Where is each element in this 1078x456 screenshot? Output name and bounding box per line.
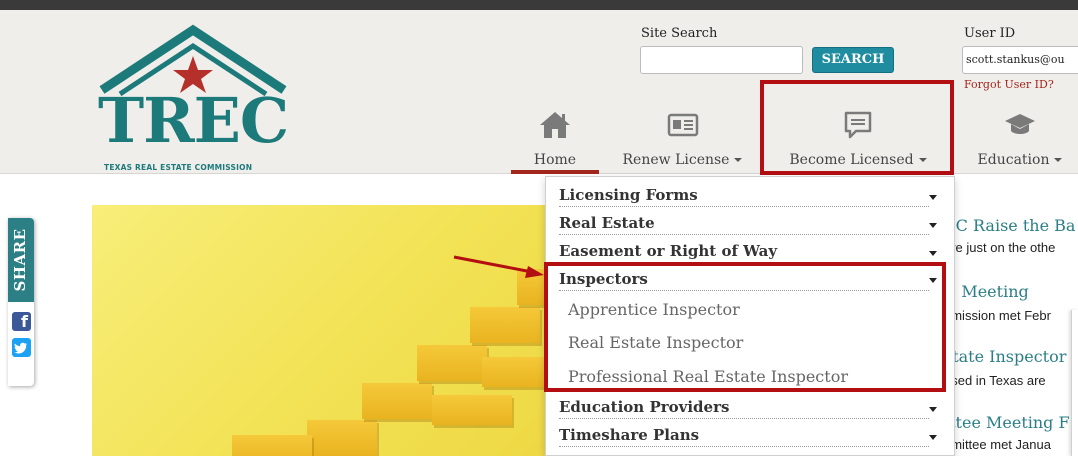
news-title[interactable]: C Meeting xyxy=(944,282,1029,301)
menu-item-real-estate[interactable]: Real Estate xyxy=(559,211,937,235)
nav-education-text: Education xyxy=(977,152,1050,168)
inspectors-highlight-box xyxy=(544,262,946,392)
site-search-label: Site Search xyxy=(641,26,718,41)
site-search-input[interactable] xyxy=(640,46,803,74)
news-title[interactable]: EC Raise the Ba xyxy=(944,216,1075,235)
menu-item-licensing-forms[interactable]: Licensing Forms xyxy=(559,183,937,207)
facebook-icon[interactable]: f xyxy=(12,312,31,331)
menu-item-easement-right-of-way[interactable]: Easement or Right of Way xyxy=(559,239,937,263)
red-arrow-annotation xyxy=(453,255,544,278)
caret-down-icon xyxy=(929,195,937,200)
logo-wordmark: TREC xyxy=(98,84,289,157)
logo-subtitle: TEXAS REAL ESTATE COMMISSION xyxy=(104,163,253,172)
news-panel: EC Raise the Ba are just on the othe C M… xyxy=(944,176,1078,456)
trec-logo[interactable]: TREC TEXAS REAL ESTATE COMMISSION xyxy=(98,24,289,173)
share-panel: SHARE f xyxy=(8,218,34,386)
user-id-field[interactable]: scott.stankus@ou xyxy=(962,46,1078,74)
news-snippet: used in Texas are xyxy=(944,373,1046,388)
menu-item-timeshare-plans[interactable]: Timeshare Plans xyxy=(559,423,937,447)
top-bar xyxy=(0,0,1078,10)
nav-education[interactable]: Education xyxy=(970,102,1070,173)
nav-home[interactable]: Home xyxy=(522,102,588,173)
stair-block xyxy=(470,307,540,343)
chevron-down-icon xyxy=(734,158,743,162)
caret-down-icon xyxy=(929,223,937,228)
become-licensed-highlight-box xyxy=(760,80,954,175)
news-title[interactable]: state Inspector xyxy=(944,347,1066,366)
graduation-cap-icon xyxy=(1005,114,1035,134)
share-tab[interactable]: SHARE xyxy=(8,218,34,302)
news-title[interactable]: ittee Meeting F xyxy=(944,413,1070,432)
news-snippet: nmittee met Janua xyxy=(944,437,1051,452)
caret-down-icon xyxy=(929,407,937,412)
caret-down-icon xyxy=(929,435,937,440)
home-icon xyxy=(540,112,570,138)
forgot-user-id-link[interactable]: Forgot User ID? xyxy=(964,78,1054,91)
menu-item-label: Easement or Right of Way xyxy=(559,242,778,260)
nav-renew-license-label: Renew License xyxy=(615,152,750,168)
id-card-icon xyxy=(667,113,698,137)
menu-item-label: Education Providers xyxy=(559,398,730,416)
stair-block xyxy=(432,395,512,425)
menu-item-education-providers[interactable]: Education Providers xyxy=(559,395,937,419)
news-snippet: nmission met Febr xyxy=(944,308,1051,323)
twitter-icon[interactable] xyxy=(12,338,31,357)
nav-home-label: Home xyxy=(533,152,577,168)
stair-block xyxy=(362,383,432,419)
news-snippet: are just on the othe xyxy=(944,240,1056,255)
twitter-bird-icon xyxy=(14,342,27,354)
caret-down-icon xyxy=(929,251,937,256)
nav-education-label: Education xyxy=(970,152,1070,168)
chevron-down-icon xyxy=(1054,158,1063,162)
nav-renew-license[interactable]: Renew License xyxy=(615,102,750,173)
stair-block xyxy=(232,435,312,456)
nav-renew-license-text: Renew License xyxy=(622,152,730,168)
search-button[interactable]: SEARCH xyxy=(812,47,894,73)
stair-block xyxy=(307,420,377,456)
menu-item-label: Licensing Forms xyxy=(559,186,698,204)
stair-block xyxy=(417,345,487,381)
menu-item-label: Timeshare Plans xyxy=(559,426,700,444)
hero-image xyxy=(92,205,562,456)
news-scrollbar[interactable] xyxy=(1071,310,1078,456)
menu-item-label: Real Estate xyxy=(559,214,655,232)
user-id-label: User ID xyxy=(964,26,1016,41)
share-label: SHARE xyxy=(11,228,29,292)
home-active-indicator xyxy=(511,170,599,174)
